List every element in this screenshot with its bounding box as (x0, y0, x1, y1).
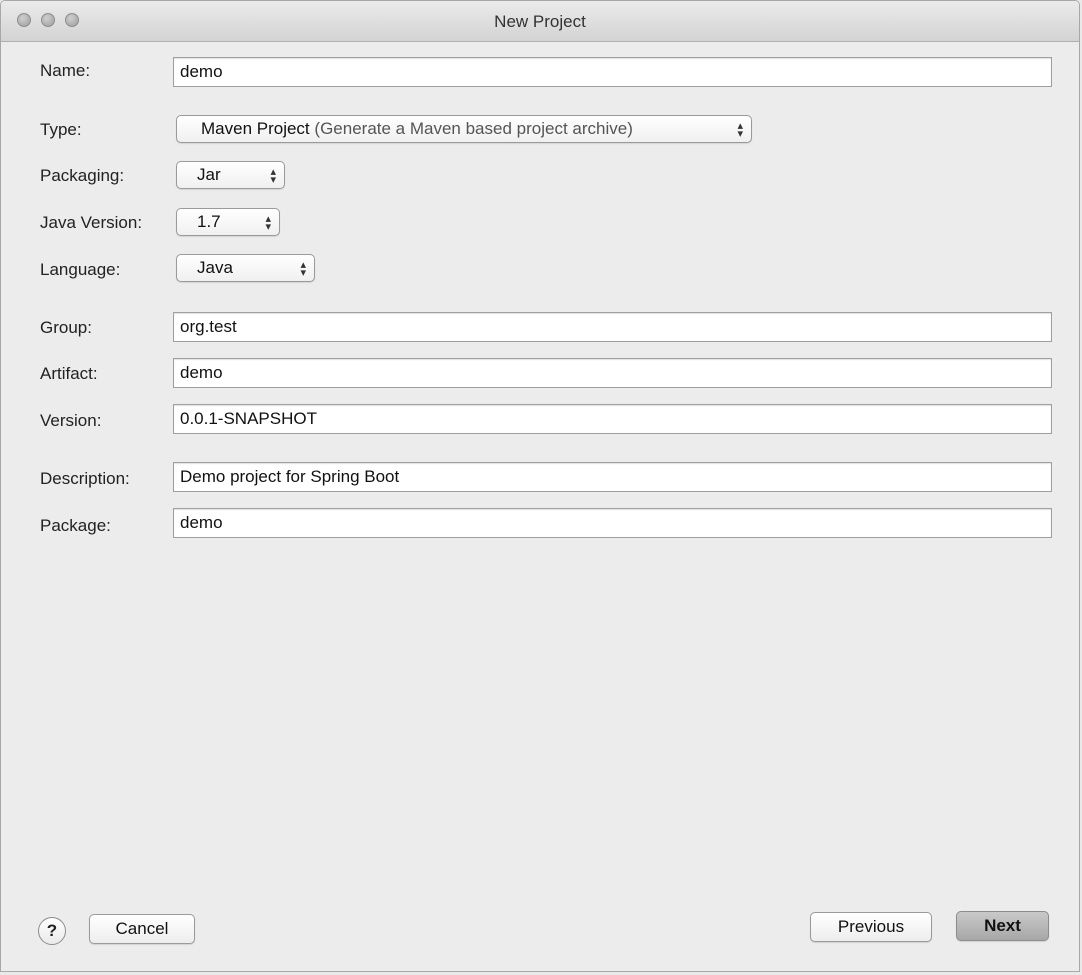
version-label: Version: (40, 411, 102, 430)
artifact-label: Artifact: (40, 364, 98, 383)
java-version-select-value: 1.7 (197, 212, 221, 231)
java-version-select[interactable]: 1.7 ▴ ▾ (176, 208, 280, 236)
type-select-hint: (Generate a Maven based project archive) (314, 119, 633, 138)
version-field[interactable]: 0.0.1-SNAPSHOT (173, 404, 1052, 434)
type-select-value: Maven Project (201, 119, 310, 138)
chevron-up-down-icon: ▴ ▾ (270, 166, 276, 186)
packaging-label: Packaging: (40, 166, 125, 185)
packaging-select[interactable]: Jar ▴ ▾ (176, 161, 285, 189)
window-title: New Project (494, 12, 586, 31)
previous-button[interactable]: Previous (810, 912, 932, 942)
title-bar: New Project (1, 1, 1079, 42)
language-select[interactable]: Java ▴ ▾ (176, 254, 315, 282)
help-icon[interactable]: ? (38, 917, 66, 945)
group-label: Group: (40, 318, 92, 337)
next-button[interactable]: Next (956, 911, 1049, 941)
chevron-up-down-icon: ▴ ▾ (300, 259, 306, 279)
artifact-field[interactable]: demo (173, 358, 1052, 388)
cancel-button[interactable]: Cancel (89, 914, 195, 944)
chevron-up-down-icon: ▴ ▾ (265, 213, 271, 233)
packaging-select-value: Jar (197, 165, 221, 184)
type-select[interactable]: Maven Project (Generate a Maven based pr… (176, 115, 752, 143)
package-field[interactable]: demo (173, 508, 1052, 538)
type-label: Type: (40, 120, 82, 139)
name-label: Name: (40, 61, 91, 80)
description-label: Description: (40, 469, 130, 488)
language-label: Language: (40, 260, 121, 279)
name-field[interactable]: demo (173, 57, 1052, 87)
description-field[interactable]: Demo project for Spring Boot (173, 462, 1052, 492)
java-version-label: Java Version: (40, 213, 143, 232)
chevron-up-down-icon: ▴ ▾ (737, 120, 743, 140)
package-label: Package: (40, 516, 111, 535)
group-field[interactable]: org.test (173, 312, 1052, 342)
new-project-dialog: New Project Name: demo Type: Maven Proje… (0, 0, 1080, 972)
language-select-value: Java (197, 258, 233, 277)
